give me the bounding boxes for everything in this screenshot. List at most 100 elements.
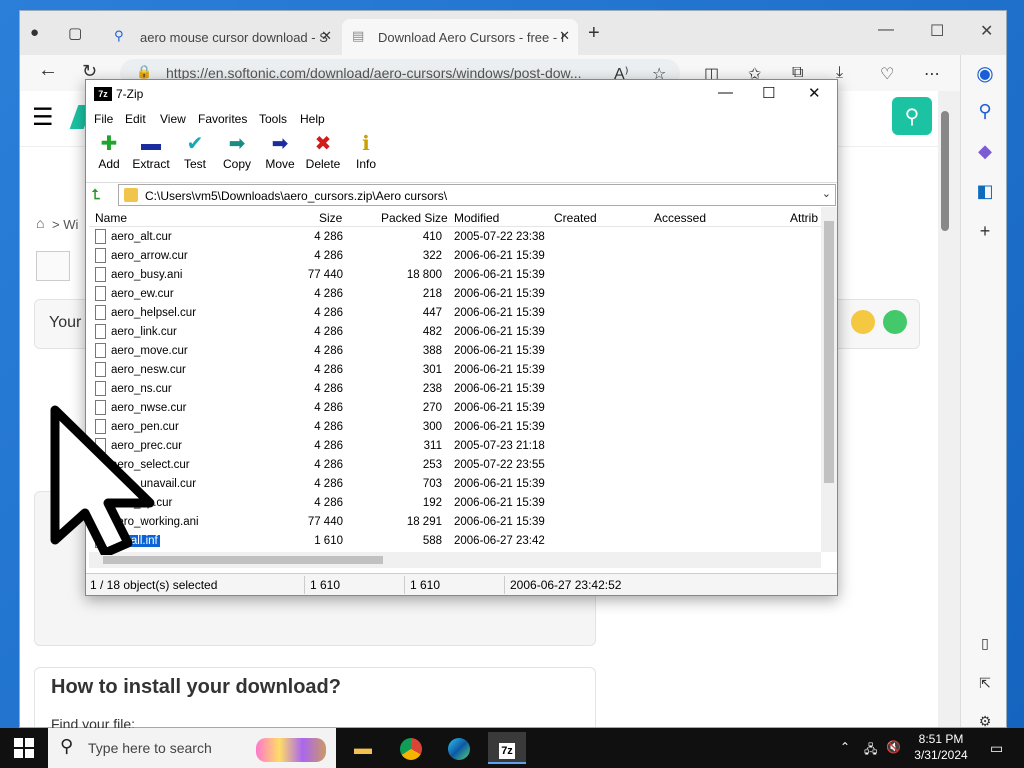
tab-actions-icon[interactable]: ▢	[68, 24, 82, 42]
happy-face-icon[interactable]	[883, 310, 907, 334]
minimize-icon[interactable]: —	[718, 84, 733, 101]
volume-icon[interactable]: 🔇	[886, 740, 901, 754]
copilot-icon[interactable]: ◉	[973, 61, 997, 86]
7zip-taskbar-icon[interactable]: 7z	[488, 732, 526, 764]
breadcrumb[interactable]: > Wi	[52, 217, 78, 232]
menu-edit[interactable]: Edit	[125, 112, 146, 126]
add-button[interactable]: ✚ Add	[86, 132, 132, 172]
chrome-icon[interactable]	[392, 732, 430, 764]
col-name[interactable]: Name	[95, 211, 127, 225]
path-input[interactable]: C:\Users\vm5\Downloads\aero_cursors.zip\…	[118, 184, 836, 206]
close-icon[interactable]: ✕	[808, 84, 821, 102]
table-row[interactable]: aero_select.cur 4 286 253 2005-07-22 23:55	[89, 456, 821, 475]
back-icon[interactable]: ←	[38, 59, 58, 82]
page-scrollbar[interactable]	[938, 91, 960, 727]
table-row[interactable]: aero_link.cur 4 286 482 2006-06-21 15:39	[89, 323, 821, 342]
table-row[interactable]: aero_up.cur4 2861922006-06-21 15:39	[89, 494, 821, 513]
file-size: 4 286	[314, 288, 343, 300]
table-row[interactable]: aero_busy.ani 77 440 18 800 2006-06-21 15:3…	[89, 266, 821, 285]
tab-search[interactable]: ⚲ aero mouse cursor download - S ✕	[104, 19, 340, 55]
new-tab-icon[interactable]: +	[588, 22, 600, 45]
horizontal-scrollbar[interactable]	[89, 552, 821, 568]
profile-icon[interactable]: ●	[30, 24, 39, 41]
menu-icon[interactable]: ☰	[32, 103, 54, 132]
clock[interactable]: 8:51 PM 3/31/2024	[906, 731, 976, 763]
menu-favorites[interactable]: Favorites	[198, 112, 247, 126]
menu-tools[interactable]: Tools	[259, 112, 287, 126]
file-packed: 253	[422, 459, 442, 471]
chevron-down-icon[interactable]: ⌄	[822, 187, 831, 200]
col-packed[interactable]: Packed Size	[381, 211, 448, 225]
col-created[interactable]: Created	[554, 211, 597, 225]
table-row[interactable]: aero_nesw.cur 4 286 301 2006-06-21 15:39	[89, 361, 821, 380]
table-row[interactable]: aero_alt.cur 4 286 410 2005-07-22 23:38	[89, 228, 821, 247]
maximize-icon[interactable]: ☐	[762, 84, 775, 102]
7zip-logo-icon: 7z	[94, 87, 112, 101]
windows-start-icon[interactable]	[14, 738, 34, 758]
outlook-icon[interactable]: ◧	[973, 181, 997, 202]
taskbar-search[interactable]: ⚲ Type here to search	[48, 728, 336, 768]
add-icon[interactable]: +	[973, 221, 997, 242]
table-row[interactable]: aero_move.cur 4 286 388 2006-06-21 15:39	[89, 342, 821, 361]
table-row[interactable]: aero_working.ani 77 440 18 291 2006-06-21 1…	[89, 513, 821, 532]
edge-icon[interactable]	[440, 732, 478, 764]
more-icon[interactable]: ⋯	[924, 64, 940, 84]
move-button[interactable]: ➡ Move	[257, 132, 303, 172]
file-explorer-icon[interactable]: ▬	[344, 732, 382, 764]
extensions-icon[interactable]: ◆	[973, 141, 997, 162]
search-icon: ⚲	[904, 106, 920, 128]
col-modified[interactable]: Modified	[454, 211, 499, 225]
performance-icon[interactable]: ♡	[880, 64, 894, 84]
close-icon[interactable]: ✕	[559, 28, 570, 44]
scroll-thumb[interactable]	[103, 556, 383, 564]
table-row[interactable]: aero_helpsel.cur 4 286 447 2006-06-21 15:39	[89, 304, 821, 323]
sidebar-toggle-icon[interactable]: ▯	[973, 635, 997, 652]
col-attrib[interactable]: Attrib	[790, 211, 818, 225]
test-button[interactable]: ✔ Test	[172, 132, 218, 172]
notification-icon[interactable]: ▭	[990, 740, 1003, 757]
close-window-icon[interactable]: ✕	[980, 21, 993, 41]
table-row[interactable]: aero_prec.cur 4 286 311 2005-07-23 21:18	[89, 437, 821, 456]
home-icon[interactable]: ⌂	[36, 215, 44, 231]
menu-view[interactable]: View	[160, 112, 186, 126]
col-size[interactable]: Size	[319, 211, 342, 225]
network-icon[interactable]: 🖧	[864, 740, 877, 761]
tab-download[interactable]: ▤ Download Aero Cursors - free - I ✕	[342, 19, 578, 55]
settings-icon[interactable]: ⚙	[973, 713, 997, 727]
menu-file[interactable]: File	[94, 112, 113, 126]
maximize-icon[interactable]: ☐	[930, 21, 944, 41]
table-row[interactable]: aero_arrow.cur 4 286 322 2006-06-21 15:39	[89, 247, 821, 266]
table-row[interactable]: aero_ns.cur 4 286 238 2006-06-21 15:39	[89, 380, 821, 399]
open-external-icon[interactable]: ⇱	[973, 675, 997, 692]
table-row[interactable]: install.inf 1 610 588 2006-06-27 23:42	[89, 532, 821, 551]
col-accessed[interactable]: Accessed	[654, 211, 706, 225]
file-name: aero_nesw.cur	[111, 364, 186, 376]
scroll-thumb[interactable]	[941, 111, 949, 231]
up-folder-icon[interactable]: ⮤	[92, 186, 100, 203]
table-row[interactable]: aero_nwse.cur 4 286 270 2006-06-21 15:39	[89, 399, 821, 418]
status-selection: 1 / 18 object(s) selected	[90, 578, 218, 592]
file-name: aero_arrow.cur	[111, 250, 188, 262]
neutral-face-icon[interactable]	[851, 310, 875, 334]
title-bar[interactable]: 7z 7-Zip — ☐ ✕	[86, 80, 837, 110]
copy-button[interactable]: ➡ Copy	[214, 132, 260, 172]
vertical-scrollbar[interactable]	[821, 207, 837, 552]
file-modified: 2006-06-21 15:39	[454, 383, 545, 395]
file-size: 4 286	[314, 345, 343, 357]
chevron-up-icon[interactable]: ⌃	[840, 740, 850, 754]
table-row[interactable]: aero_unavail.cur 4 286 703 2006-06-21 15:39	[89, 475, 821, 494]
scroll-thumb[interactable]	[824, 221, 834, 483]
file-packed: 192	[422, 497, 442, 509]
info-button[interactable]: ℹ Info	[343, 132, 389, 172]
table-row[interactable]: aero_pen.cur 4 286 300 2006-06-21 15:39	[89, 418, 821, 437]
delete-button[interactable]: ✖ Delete	[300, 132, 346, 172]
close-icon[interactable]: ✕	[321, 28, 332, 44]
search-icon[interactable]: ⚲	[973, 101, 997, 122]
menu-help[interactable]: Help	[300, 112, 325, 126]
extract-button[interactable]: ▬ Extract	[128, 132, 174, 172]
time: 8:51 PM	[918, 732, 964, 746]
search-icon: ⚲	[60, 736, 74, 756]
minimize-icon[interactable]: —	[878, 21, 894, 39]
search-button[interactable]: ⚲	[892, 97, 932, 135]
table-row[interactable]: aero_ew.cur 4 286 218 2006-06-21 15:39	[89, 285, 821, 304]
